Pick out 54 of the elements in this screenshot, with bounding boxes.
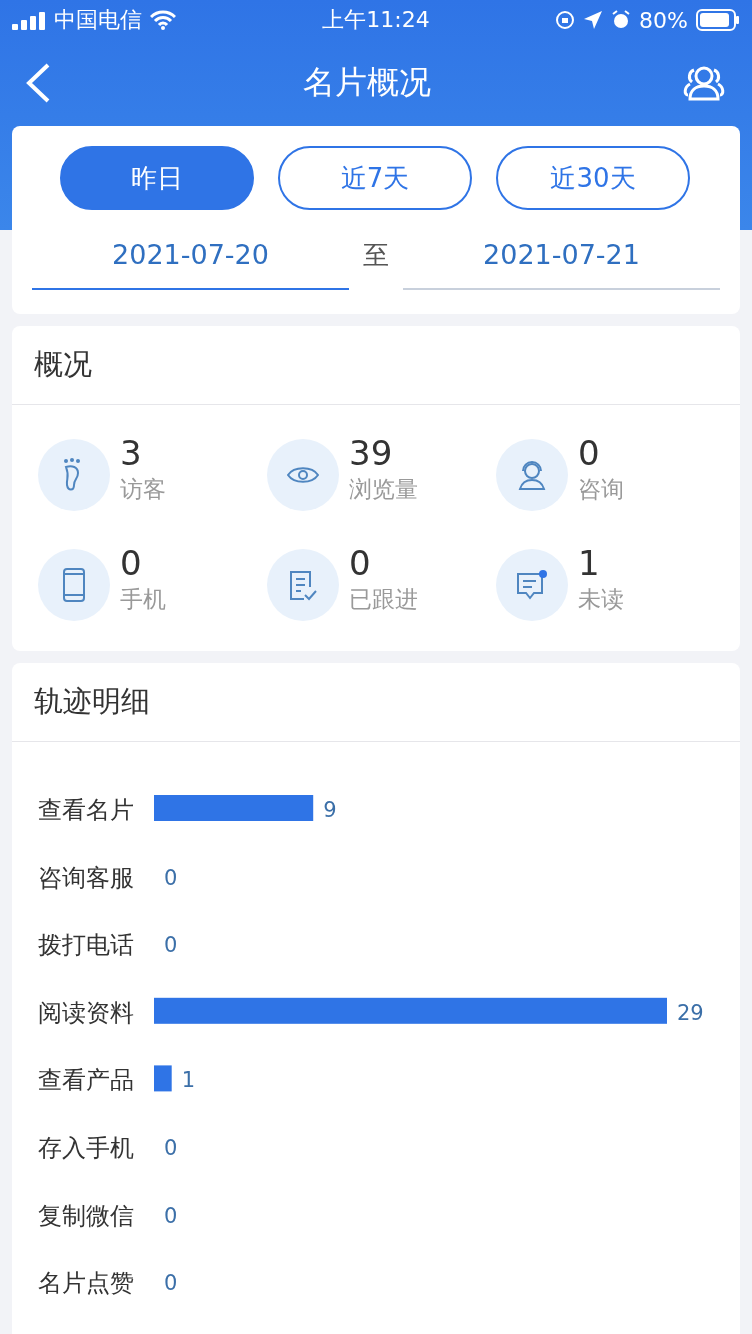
stat-label: 访客 (120, 475, 166, 504)
category-label: 咨询客服 (38, 863, 134, 892)
value-label: 0 (164, 1136, 178, 1160)
stat-value: 0 (349, 543, 372, 583)
value-label: 0 (164, 1203, 178, 1228)
value-label: 0 (164, 1271, 178, 1296)
range-tab[interactable]: 近30天 (496, 146, 690, 210)
stat-value: 39 (349, 433, 394, 473)
stat-label: 未读 (578, 585, 624, 614)
phone-icon (62, 568, 86, 602)
range-tab[interactable]: 昨日 (60, 146, 254, 210)
people-icon[interactable] (682, 65, 726, 101)
value-label: 1 (181, 1068, 196, 1093)
value-label: 29 (677, 1000, 704, 1025)
battery-icon (696, 9, 740, 31)
location-arrow-icon (583, 10, 604, 30)
stat-label: 咨询 (578, 475, 624, 504)
value-label: 9 (323, 798, 337, 822)
signal-icon (12, 10, 46, 30)
category-label: 复制微信 (38, 1201, 134, 1230)
back-icon[interactable] (24, 62, 52, 104)
stat-label: 浏览量 (349, 475, 418, 504)
value-label: 0 (164, 865, 178, 890)
stat-value: 1 (578, 543, 601, 583)
category-label: 阅读资料 (38, 998, 134, 1027)
message-icon (515, 569, 549, 601)
section-title: 概况 (34, 346, 92, 383)
bar (154, 1065, 172, 1092)
battery-percent: 80% (639, 7, 688, 33)
value-label: 0 (164, 933, 178, 958)
end-date-field[interactable]: 2021-07-21 (403, 220, 720, 290)
range-tab[interactable]: 近7天 (278, 146, 472, 210)
checked-note-icon (288, 569, 318, 601)
clock-time: 上午11:24 (322, 6, 430, 34)
category-label: 查看产品 (38, 1066, 134, 1095)
carrier-name: 中国电信 (54, 6, 142, 34)
stat-label: 已跟进 (349, 585, 418, 614)
category-label: 名片点赞 (38, 1269, 134, 1298)
headset-person-icon (516, 459, 548, 491)
section-title: 轨迹明细 (34, 683, 150, 720)
alarm-clock-icon (611, 10, 632, 30)
stat-value: 3 (120, 433, 143, 473)
category-label: 查看名片 (38, 796, 134, 824)
category-label: 存入手机 (38, 1134, 134, 1162)
rotation-lock-icon (555, 10, 576, 30)
start-date-field[interactable]: 2021-07-20 (32, 220, 349, 290)
stat-value: 0 (120, 543, 143, 583)
category-label: 拨打电话 (38, 931, 134, 960)
range-separator: 至 (362, 238, 390, 272)
page-title: 名片概况 (303, 62, 431, 103)
wifi-icon (150, 10, 176, 30)
stat-label: 手机 (120, 585, 166, 614)
eye-icon (286, 464, 320, 486)
stat-value: 0 (578, 433, 601, 473)
